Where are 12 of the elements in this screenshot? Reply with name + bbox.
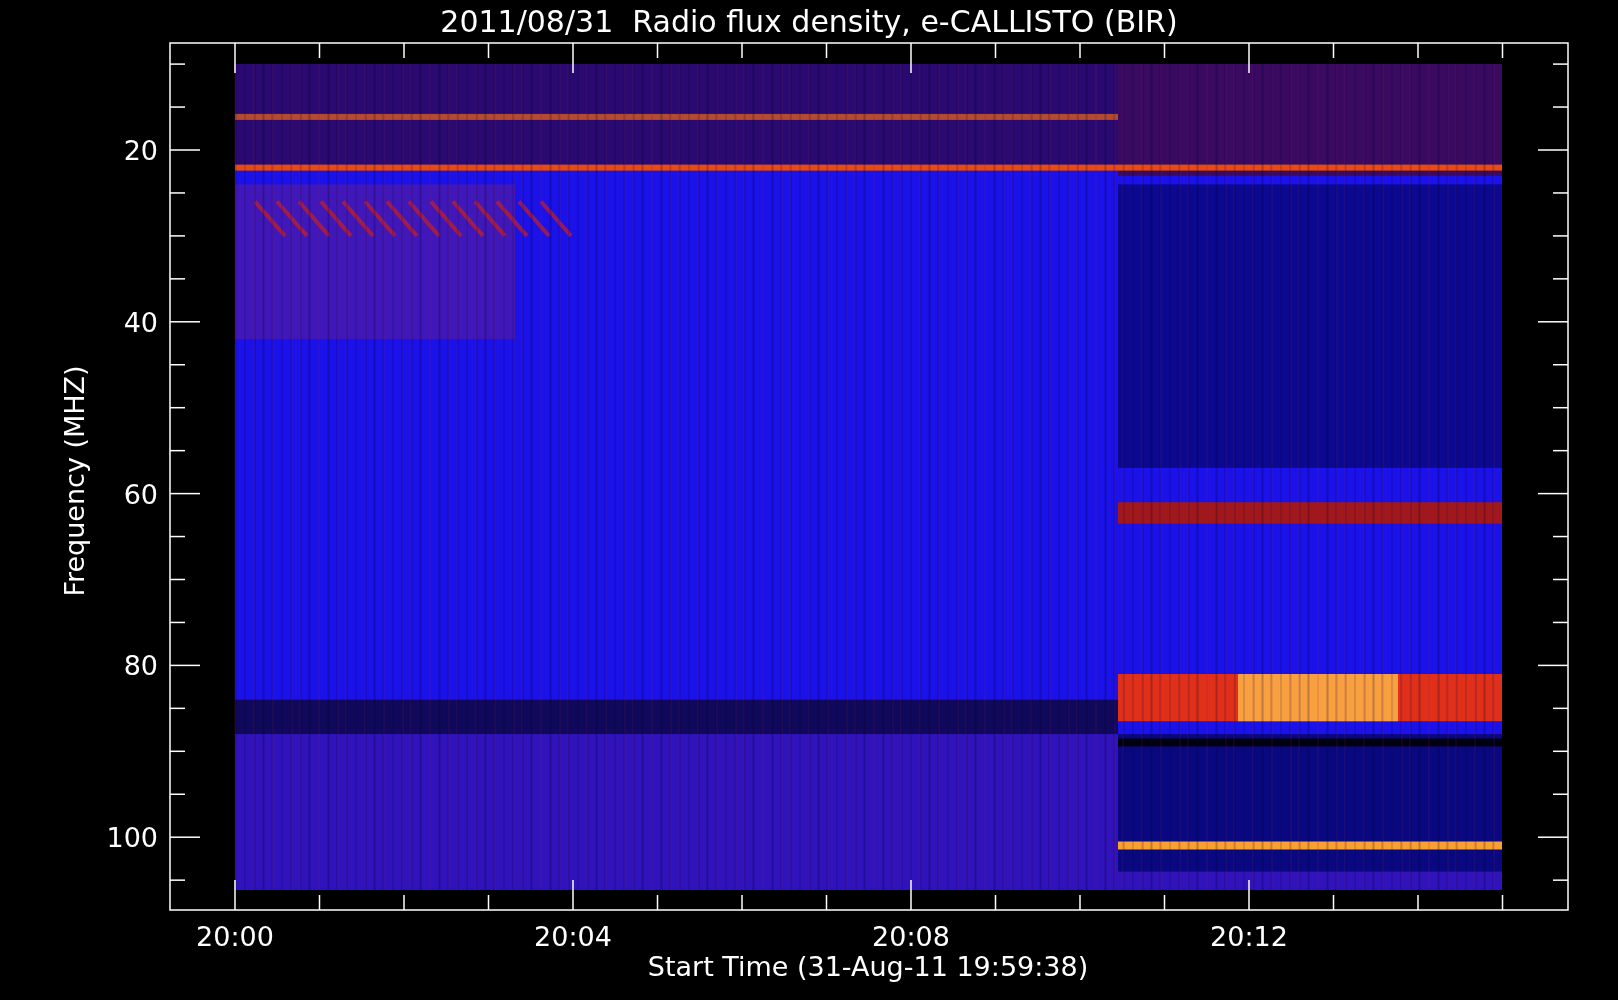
y-tick-label: 80 — [123, 650, 158, 682]
y-tick-label: 100 — [106, 822, 158, 854]
chart-title: 2011/08/31 Radio flux density, e-CALLISTO (BIR) — [440, 4, 1178, 39]
x-axis-label: Start Time (31-Aug-11 19:59:38) — [647, 951, 1089, 982]
y-tick-label: 60 — [123, 478, 158, 510]
x-tick-label: 20:08 — [872, 921, 950, 952]
y-axis-label: Frequency (MHZ) — [59, 365, 90, 597]
y-tick-label: 20 — [123, 135, 158, 166]
x-tick-label: 20:12 — [1210, 921, 1288, 952]
y-tick-label: 40 — [123, 306, 158, 338]
x-tick-label: 20:00 — [196, 921, 274, 952]
x-tick-label: 20:04 — [534, 921, 612, 952]
